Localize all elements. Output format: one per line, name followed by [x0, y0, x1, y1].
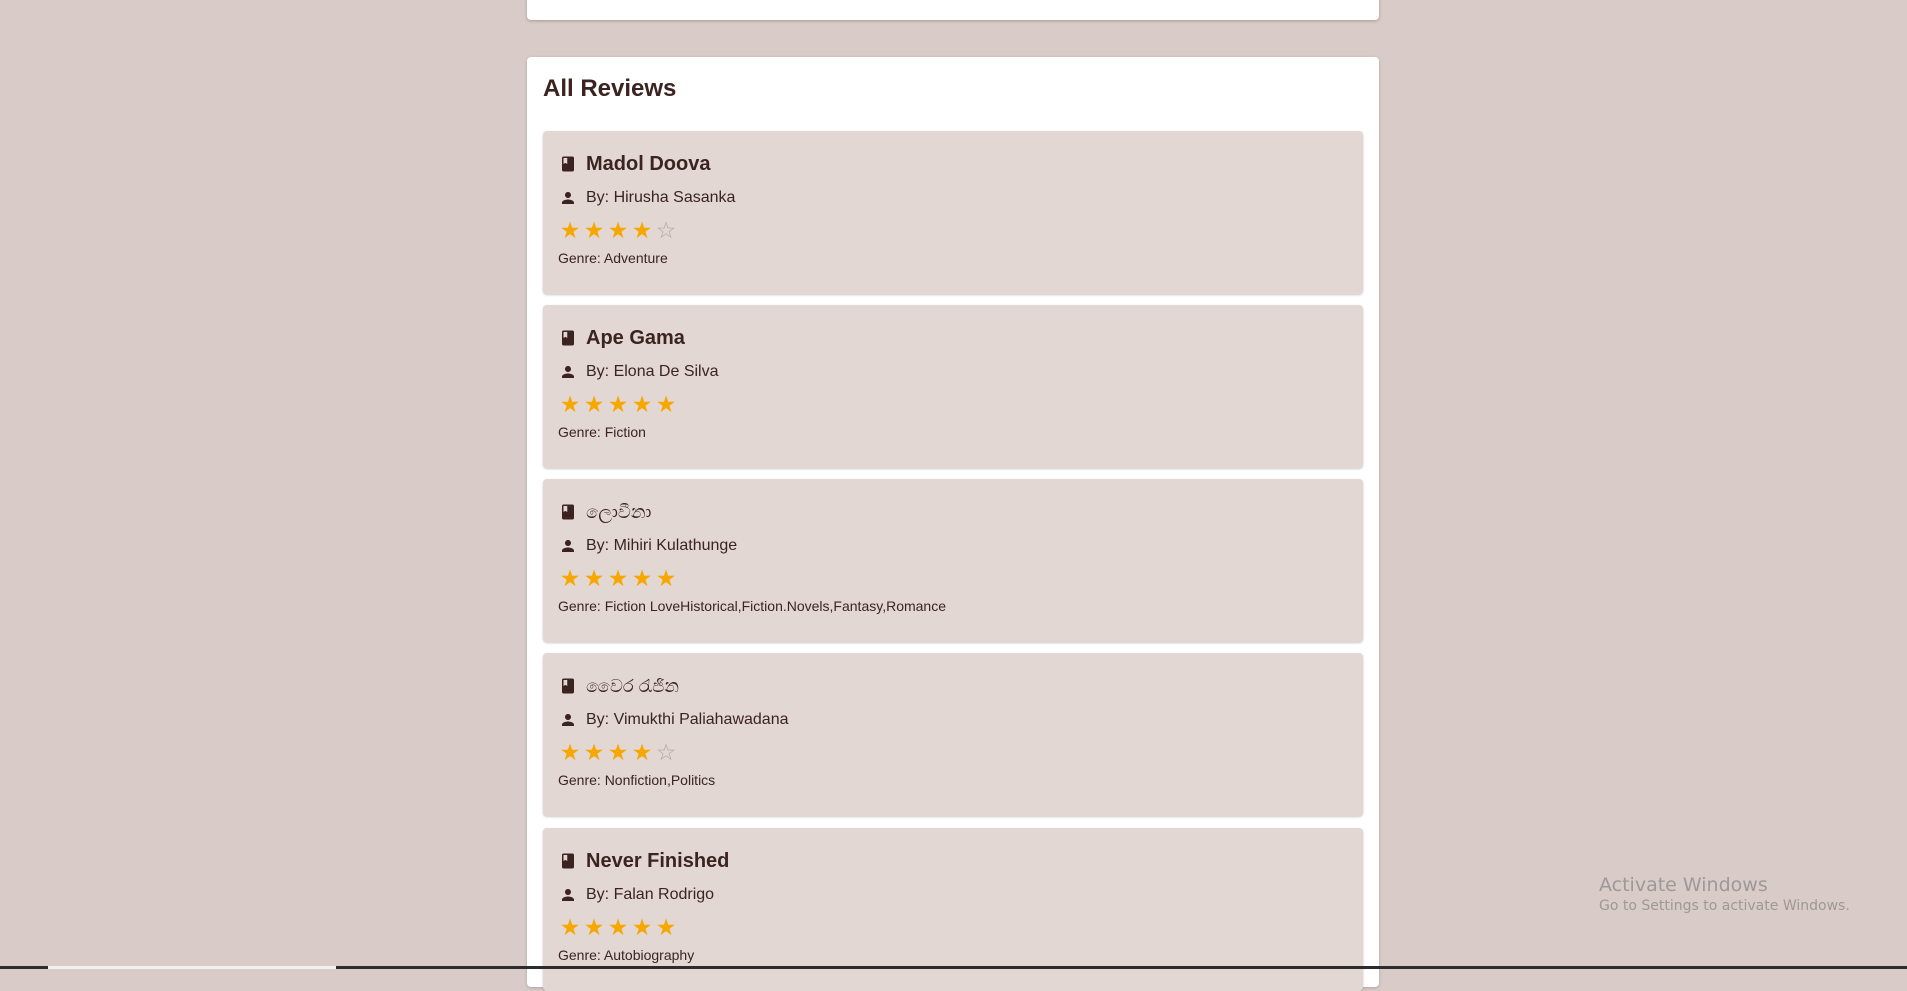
star-icon: ★ [583, 565, 605, 591]
genre-label: Genre: Fiction [558, 424, 646, 440]
star-icon: ★ [631, 391, 653, 417]
star-icon: ★ [559, 914, 581, 940]
genre-label: Genre: Nonfiction,Politics [558, 772, 716, 788]
all-reviews-panel: All Reviews Madol Doova By: Hirusha Sasa… [527, 57, 1379, 991]
review-card[interactable]: Madol Doova By: Hirusha Sasanka ★ ★ ★ ★ ☆ Ge… [543, 131, 1363, 294]
author-name: By: Vimukthi Paliahawadana [586, 711, 789, 728]
book-icon [558, 502, 578, 522]
star-icon: ★ [559, 217, 581, 243]
star-rating: ★ ★ ★ ★ ★ [558, 392, 678, 416]
author-name: By: Elona De Silva [586, 363, 719, 380]
person-icon [558, 885, 578, 905]
author-name: By: Falan Rodrigo [586, 886, 715, 903]
review-card[interactable]: Ape Gama By: Elona De Silva ★ ★ ★ ★ ★ Genre:… [543, 305, 1363, 468]
star-icon: ★ [559, 739, 581, 765]
star-icon: ★ [631, 565, 653, 591]
windows-activation-watermark: Activate Windows Go to Settings to activ… [1599, 874, 1850, 914]
star-icon: ★ [655, 914, 677, 940]
person-icon [558, 710, 578, 730]
review-card[interactable]: ලොවීනා By: Mihiri Kulathunge ★ ★ ★ ★ ★ Genre… [543, 479, 1363, 642]
star-rating: ★ ★ ★ ★ ☆ [558, 740, 678, 764]
genre-label: Genre: Fiction LoveHistorical,Fiction.No… [558, 598, 947, 614]
person-icon [558, 188, 578, 208]
star-icon: ★ [631, 739, 653, 765]
star-icon: ★ [631, 914, 653, 940]
star-icon: ★ [559, 565, 581, 591]
previous-card-bottom [527, 0, 1379, 20]
book-title: වෛර රැජින [586, 675, 679, 696]
review-card[interactable]: වෛර රැජින By: Vimukthi Paliahawadana ★ ★ ★… [543, 653, 1363, 816]
panel-title: All Reviews [543, 75, 677, 102]
book-icon [558, 328, 578, 348]
star-icon: ★ [631, 217, 653, 243]
star-icon: ★ [607, 739, 629, 765]
author-name: By: Hirusha Sasanka [586, 189, 736, 206]
star-icon: ★ [559, 391, 581, 417]
book-icon [558, 676, 578, 696]
star-icon: ★ [583, 914, 605, 940]
person-icon [558, 362, 578, 382]
star-empty-icon: ☆ [655, 739, 677, 765]
genre-label: Genre: Autobiography [558, 947, 695, 963]
book-title: Ape Gama [586, 326, 685, 349]
star-icon: ★ [607, 914, 629, 940]
star-rating: ★ ★ ★ ★ ★ [558, 915, 678, 939]
book-title: Never Finished [586, 849, 730, 872]
book-icon [558, 154, 578, 174]
watermark-subtitle: Go to Settings to activate Windows. [1599, 898, 1850, 914]
star-icon: ★ [607, 391, 629, 417]
star-icon: ★ [583, 217, 605, 243]
star-icon: ★ [583, 739, 605, 765]
star-icon: ★ [583, 391, 605, 417]
star-empty-icon: ☆ [655, 217, 677, 243]
star-icon: ★ [607, 217, 629, 243]
star-icon: ★ [607, 565, 629, 591]
book-title: ලොවීනා [586, 501, 652, 522]
star-icon: ★ [655, 565, 677, 591]
star-rating: ★ ★ ★ ★ ★ [558, 566, 678, 590]
watermark-title: Activate Windows [1599, 874, 1768, 896]
book-icon [558, 851, 578, 871]
star-icon: ★ [655, 391, 677, 417]
genre-label: Genre: Adventure [558, 250, 668, 266]
author-name: By: Mihiri Kulathunge [586, 537, 738, 554]
person-icon [558, 536, 578, 556]
star-rating: ★ ★ ★ ★ ☆ [558, 218, 678, 242]
book-title: Madol Doova [586, 152, 711, 175]
